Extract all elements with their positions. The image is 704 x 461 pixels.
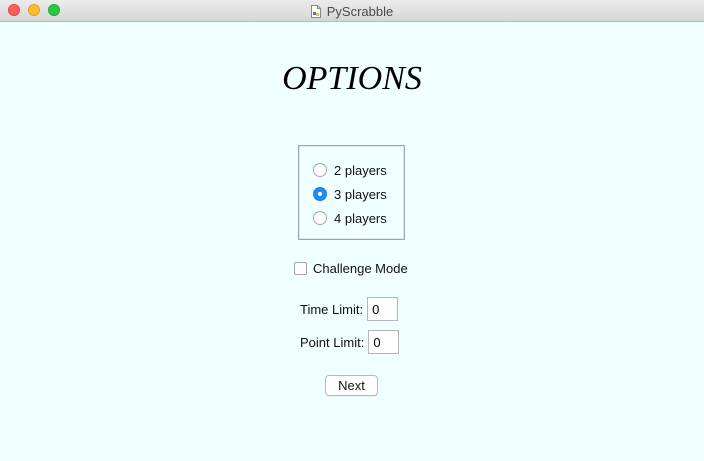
- point-limit-input[interactable]: [368, 330, 400, 354]
- challenge-mode-checkbox[interactable]: [294, 261, 307, 275]
- time-limit-label: Time Limit:: [300, 301, 364, 317]
- document-icon: [310, 4, 321, 18]
- window-title-bar-label: PyScrabble: [0, 0, 704, 22]
- radio-option-2-players[interactable]: 2 players: [313, 161, 387, 179]
- radio-label: 3 players: [334, 186, 387, 202]
- radio-label: 2 players: [334, 162, 387, 178]
- radio-button[interactable]: [313, 211, 327, 225]
- challenge-mode-option[interactable]: Challenge Mode: [294, 260, 408, 276]
- window-titlebar: PyScrabble: [0, 0, 704, 22]
- radio-label: 4 players: [334, 210, 387, 226]
- radio-button[interactable]: [313, 163, 327, 177]
- page-title: OPTIONS: [282, 60, 422, 97]
- point-limit-label: Point Limit:: [300, 334, 365, 350]
- point-limit-row: Point Limit:: [300, 330, 400, 354]
- radio-option-4-players[interactable]: 4 players: [313, 209, 387, 227]
- player-count-group: 2 players 3 players 4 players: [298, 145, 405, 240]
- next-button[interactable]: Next: [325, 375, 378, 396]
- time-limit-row: Time Limit:: [300, 297, 399, 321]
- time-limit-input[interactable]: [367, 297, 399, 321]
- window-title: PyScrabble: [326, 3, 394, 19]
- radio-option-3-players[interactable]: 3 players: [313, 185, 387, 203]
- challenge-mode-label: Challenge Mode: [313, 260, 408, 276]
- radio-button-selected[interactable]: [313, 187, 327, 201]
